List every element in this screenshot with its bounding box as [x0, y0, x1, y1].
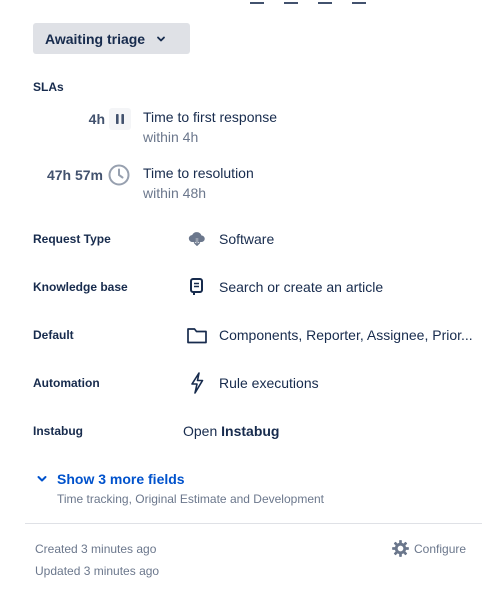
status-dropdown-button[interactable]: Awaiting triage — [33, 23, 190, 54]
field-label-request-type: Request Type — [33, 232, 111, 246]
status-label: Awaiting triage — [45, 30, 146, 47]
toolbar-icon[interactable] — [318, 0, 332, 4]
toolbar-icon[interactable] — [250, 0, 264, 4]
updated-timestamp: Updated 3 minutes ago — [35, 564, 160, 578]
clock-icon — [107, 163, 131, 187]
field-label-default: Default — [33, 328, 74, 342]
folder-icon — [186, 325, 208, 345]
article-icon — [188, 277, 206, 297]
slas-heading: SLAs — [33, 80, 64, 94]
toolbar-icon[interactable] — [284, 0, 298, 4]
created-timestamp: Created 3 minutes ago — [35, 542, 157, 556]
show-more-fields-button[interactable]: Show 3 more fields — [36, 471, 185, 487]
lightning-bolt-icon — [189, 371, 205, 395]
configure-label: Configure — [414, 541, 467, 556]
sla-time-remaining: 47h 57m — [46, 167, 103, 183]
toolbar-icon[interactable] — [352, 0, 366, 4]
sla-title: Time to first response — [143, 109, 278, 125]
open-prefix: Open — [183, 423, 218, 439]
sla-target: within 4h — [143, 129, 199, 145]
knowledge-base-search[interactable]: Search or create an article — [219, 279, 383, 295]
sla-title: Time to resolution — [143, 165, 254, 181]
request-type-value[interactable]: Software — [219, 231, 274, 247]
cloud-download-icon — [187, 229, 207, 249]
divider — [25, 523, 482, 524]
open-instabug-link[interactable]: Open Instabug — [183, 423, 279, 439]
top-toolbar-icons — [250, 0, 366, 4]
pause-icon — [109, 108, 131, 130]
configure-button[interactable]: Configure — [391, 539, 466, 558]
rule-executions-link[interactable]: Rule executions — [219, 375, 319, 391]
instabug-name: Instabug — [221, 423, 280, 439]
field-label-instabug: Instabug — [33, 424, 83, 438]
gear-icon — [391, 539, 410, 558]
field-label-automation: Automation — [33, 376, 100, 390]
sla-time-remaining: 4h — [88, 111, 105, 127]
sla-target: within 48h — [143, 185, 207, 201]
field-label-knowledge-base: Knowledge base — [33, 280, 128, 294]
more-fields-description: Time tracking, Original Estimate and Dev… — [57, 492, 324, 506]
show-more-label: Show 3 more fields — [57, 471, 185, 487]
default-fields-value[interactable]: Components, Reporter, Assignee, Prior... — [219, 327, 481, 343]
chevron-down-icon — [36, 473, 48, 485]
chevron-down-icon — [155, 33, 167, 45]
